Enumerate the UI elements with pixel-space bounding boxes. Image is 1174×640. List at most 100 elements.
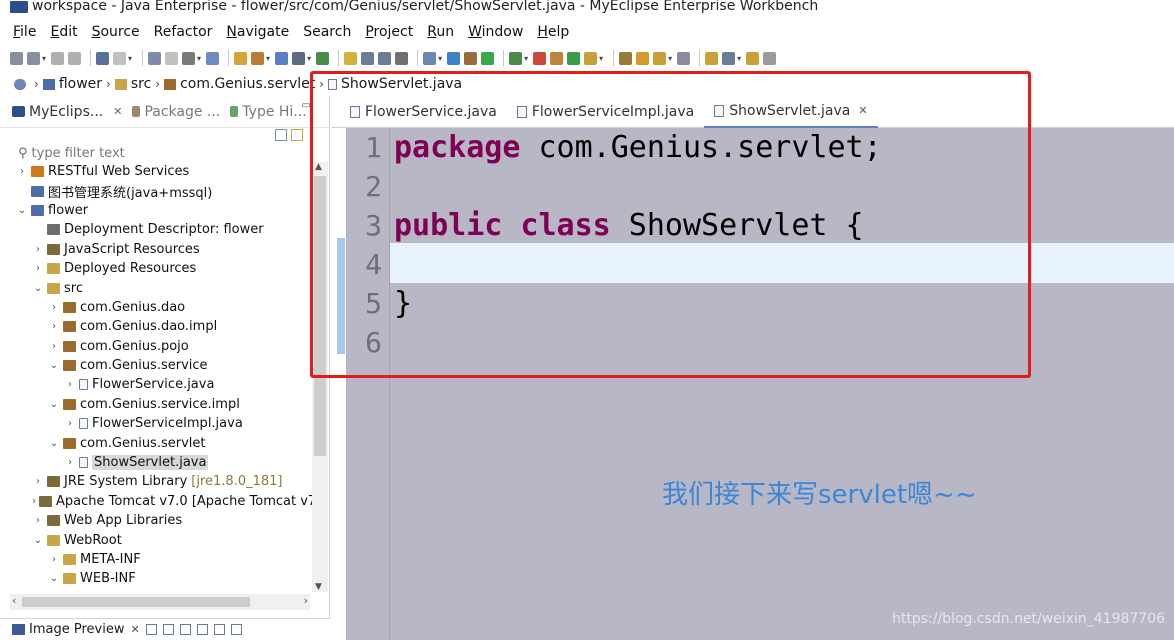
chevron-right-icon[interactable]: › — [32, 515, 44, 526]
tree-item[interactable]: ⌄ WebRoot — [0, 530, 312, 549]
breadcrumb-workspace[interactable] — [14, 78, 30, 90]
scrollbar-thumb[interactable] — [22, 597, 250, 607]
tree-item[interactable]: › Web App Libraries — [0, 511, 312, 530]
chevron-right-icon[interactable]: › — [48, 554, 60, 565]
tree-horizontal-scrollbar[interactable]: ‹ › — [10, 594, 310, 610]
redo-icon[interactable] — [148, 51, 162, 65]
menu-project[interactable]: Project — [358, 24, 420, 40]
tree-item[interactable]: › Deployed Resources — [0, 259, 312, 278]
grid-icon[interactable] — [292, 51, 306, 65]
tree-item[interactable]: ⌄ com.Genius.servlet — [0, 433, 312, 452]
package-icon[interactable] — [464, 51, 478, 65]
menu-navigate[interactable]: Navigate — [219, 24, 296, 40]
breadcrumb-src[interactable]: src — [114, 76, 151, 92]
run-icon[interactable] — [344, 51, 358, 65]
task-icon[interactable] — [636, 51, 650, 65]
tree-item[interactable]: ⌄ com.Genius.service.impl — [0, 395, 312, 414]
zoom-in-icon[interactable] — [196, 624, 208, 635]
scroll-right-icon[interactable]: › — [304, 594, 308, 607]
collapse-all-icon[interactable] — [275, 129, 287, 141]
debug-browser-icon[interactable] — [251, 51, 265, 65]
save-all-icon[interactable] — [68, 51, 82, 65]
history-icon[interactable] — [763, 51, 777, 65]
undo-icon[interactable] — [113, 51, 127, 65]
menu-refactor[interactable]: Refactor — [147, 24, 220, 40]
tree-item[interactable]: › JavaScript Resources — [0, 240, 312, 259]
tree-item[interactable]: › com.Genius.dao.impl — [0, 317, 312, 336]
scroll-down-icon[interactable]: ▼ — [315, 582, 322, 592]
close-icon[interactable]: ✕ — [130, 623, 139, 636]
dropdown-arrow-icon[interactable]: ▾ — [524, 54, 528, 63]
new-interface-icon[interactable] — [584, 51, 598, 65]
new-server-icon[interactable] — [206, 51, 220, 65]
new-class-icon[interactable] — [567, 51, 581, 65]
dropdown-arrow-icon[interactable]: ▾ — [266, 54, 270, 63]
cut-icon[interactable] — [165, 51, 179, 65]
chevron-right-icon[interactable]: › — [64, 457, 76, 468]
new-icon[interactable] — [10, 51, 23, 65]
link-with-editor-icon[interactable] — [291, 129, 303, 141]
print-icon[interactable] — [96, 51, 110, 65]
menu-file[interactable]: File — [6, 24, 43, 40]
new-project-icon[interactable] — [27, 51, 40, 65]
dropdown-arrow-icon[interactable]: ▾ — [128, 54, 132, 63]
breadcrumb-package[interactable]: com.Genius.servlet — [164, 76, 315, 92]
actual-size-icon[interactable] — [213, 624, 225, 635]
chevron-right-icon[interactable]: › — [48, 302, 60, 313]
tree-filter[interactable]: ⚲ type filter text — [18, 146, 125, 161]
tree-item[interactable]: › ShowServlet.java — [0, 453, 312, 472]
chevron-down-icon[interactable]: ⌄ — [32, 535, 44, 546]
chevron-right-icon[interactable]: › — [32, 244, 44, 255]
menu-run[interactable]: Run — [420, 24, 461, 40]
preview-tool-icon[interactable] — [162, 624, 174, 635]
dropdown-arrow-icon[interactable]: ▾ — [599, 54, 603, 63]
menu-help[interactable]: Help — [530, 24, 576, 40]
zoom-out-icon[interactable] — [179, 624, 191, 635]
external-tools-icon[interactable] — [550, 51, 564, 65]
scroll-left-icon[interactable]: ‹ — [12, 594, 16, 607]
browse-icon[interactable] — [423, 51, 437, 65]
tree-item[interactable]: ⌄ com.Genius.service — [0, 356, 312, 375]
run-icon[interactable] — [509, 51, 523, 65]
terminal-icon[interactable] — [395, 51, 409, 65]
dropdown-arrow-icon[interactable]: ▾ — [197, 54, 201, 63]
preview-tool-icon[interactable] — [145, 624, 157, 635]
dropdown-arrow-icon[interactable]: ▾ — [668, 54, 672, 63]
forward-icon[interactable] — [722, 51, 736, 65]
chevron-right-icon[interactable]: › — [64, 379, 76, 390]
dropdown-arrow-icon[interactable]: ▾ — [737, 54, 741, 63]
chevron-down-icon[interactable]: ⌄ — [48, 360, 60, 371]
annotation-icon[interactable] — [677, 51, 691, 65]
tree-item[interactable]: › META-INF — [0, 550, 312, 569]
tree-item[interactable]: 图书管理系统(java+mssql) — [0, 181, 312, 201]
toggle-icon[interactable] — [275, 51, 289, 65]
tree-item[interactable]: ⌄ WEB-INF — [0, 569, 312, 588]
globe-icon[interactable] — [447, 51, 461, 65]
tree-item[interactable]: ⌄ src — [0, 278, 312, 297]
tree-item[interactable]: › FlowerService.java — [0, 375, 312, 394]
tree-item[interactable]: › com.Genius.dao — [0, 298, 312, 317]
tab-package-explorer[interactable]: Package ... — [132, 104, 220, 120]
tree-item[interactable]: › Apache Tomcat v7.0 [Apache Tomcat v7 — [0, 492, 312, 511]
chevron-right-icon[interactable]: › — [16, 166, 28, 177]
tree-item[interactable]: › com.Genius.pojo — [0, 337, 312, 356]
chevron-right-icon[interactable]: › — [32, 263, 44, 274]
menu-edit[interactable]: Edit — [43, 24, 84, 40]
back-icon[interactable] — [705, 51, 719, 65]
deploy-icon[interactable] — [234, 51, 248, 65]
tab-myeclipse-explorer[interactable]: MyEclips... ✕ — [12, 104, 122, 120]
dropdown-arrow-icon[interactable]: ▾ — [438, 54, 442, 63]
debug-icon[interactable] — [481, 51, 495, 65]
console-icon[interactable] — [316, 51, 330, 65]
chevron-down-icon[interactable]: ⌄ — [48, 438, 60, 449]
coverage-icon[interactable] — [533, 51, 547, 65]
tree-item[interactable]: › FlowerServiceImpl.java — [0, 414, 312, 433]
menu-window[interactable]: Window — [461, 24, 530, 40]
tab-type-hierarchy[interactable]: Type Hi... — [230, 104, 307, 120]
chevron-down-icon[interactable]: ⌄ — [48, 573, 60, 584]
skip-icon[interactable] — [182, 51, 196, 65]
outline-icon[interactable] — [378, 51, 392, 65]
nav-icon[interactable] — [746, 51, 760, 65]
chevron-right-icon[interactable]: › — [64, 418, 76, 429]
search-icon[interactable] — [361, 51, 375, 65]
